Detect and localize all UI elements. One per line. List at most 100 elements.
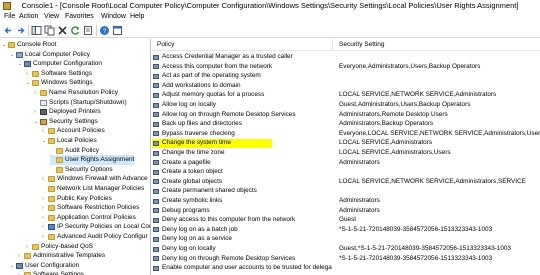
tree-item-label: Local Computer Policy: [25, 50, 91, 58]
copy-icon[interactable]: [44, 25, 55, 36]
tree-item-label: Name Resolution Policy: [49, 89, 119, 96]
policy-row[interactable]: Access this computer from the network Eve…: [152, 63, 540, 72]
policy-row[interactable]: Create a pagefile Administrators: [152, 159, 540, 168]
policy-row[interactable]: Create global objects LOCAL SERVICE,NETWO…: [152, 178, 540, 187]
tree-item-label: Computer Configuration: [33, 60, 103, 68]
policy-row[interactable]: Bypass traverse checking Everyone,LOCAL S…: [152, 130, 540, 139]
tree-item[interactable]: › Application Control Policies: [42, 213, 136, 223]
policy-row[interactable]: Change the system time LOCAL SERVICE,Admi…: [152, 139, 540, 148]
tree-item[interactable]: ⌄ Local Computer Policy: [10, 50, 90, 60]
list-header: Policy Security Setting: [152, 39, 540, 51]
computer-icon: [16, 262, 23, 269]
menu-view[interactable]: View: [44, 13, 59, 20]
tree-item[interactable]: Security Options: [50, 165, 113, 175]
tree-item[interactable]: › Policy-based QoS: [26, 242, 93, 252]
policy-row[interactable]: Deny log on through Remote Desktop Servi…: [152, 255, 540, 264]
policy-setting-icon: [153, 112, 159, 118]
menu-help[interactable]: Help: [130, 13, 144, 20]
tree-item[interactable]: › Software Restriction Policies: [42, 203, 139, 213]
tree-item[interactable]: › Account Policies: [42, 126, 105, 136]
menu-file[interactable]: File: [4, 13, 15, 20]
tree-item[interactable]: ⌄ Security Settings: [34, 117, 98, 127]
policy-icon: [16, 51, 23, 58]
policy-row[interactable]: Change the time zone LOCAL SERVICE,Admini…: [152, 149, 540, 158]
tree-item-label: Software Settings: [33, 271, 84, 275]
window-title: Console1 - [Console Root\Local Computer …: [21, 1, 519, 10]
tree-item-label: Network List Manager Policies: [57, 185, 145, 192]
tree-item[interactable]: › Public Key Policies: [42, 194, 112, 204]
policy-setting-icon: [153, 188, 159, 194]
policy-setting-icon: [153, 150, 159, 156]
forward-icon[interactable]: [15, 25, 26, 36]
tree-item[interactable]: ⌄ Windows Settings: [26, 78, 93, 88]
policy-name: Deny log on locally: [162, 245, 216, 252]
folder-icon: [48, 186, 55, 192]
policy-setting-icon: [153, 140, 159, 146]
tree-item[interactable]: ›Software Settings: [18, 270, 84, 275]
policy-row[interactable]: Deny log on as a batch job *S-1-5-21-7201…: [152, 226, 540, 235]
delete-icon[interactable]: [57, 25, 68, 36]
folder-icon: [48, 234, 55, 240]
policy-name: Deny log on through Remote Desktop Servi…: [162, 254, 296, 262]
folder-icon: [24, 253, 31, 260]
ipsec-icon: [48, 224, 55, 231]
policy-row[interactable]: Deny log on as a service: [152, 235, 540, 244]
tree-item[interactable]: ›Software Settings: [26, 69, 92, 79]
policy-row[interactable]: Allow log on locally Guest,Administrators…: [152, 101, 540, 110]
tree-item[interactable]: › Name Resolution Policy: [34, 88, 118, 98]
policy-row[interactable]: Deny access to this computer from the ne…: [152, 216, 540, 225]
policy-name: Change the system time: [162, 139, 231, 147]
menu-action[interactable]: Action: [19, 13, 38, 20]
refresh-icon[interactable]: [70, 25, 81, 36]
policy-row[interactable]: Add workstations to domain: [152, 82, 540, 91]
tree-item[interactable]: ⌄ Console Root: [2, 40, 56, 50]
menu-favorites[interactable]: Favorites: [65, 13, 94, 20]
policy-row[interactable]: Create symbolic links Administrators: [152, 197, 540, 206]
policy-row[interactable]: Act as part of the operating system: [152, 72, 540, 81]
export-icon[interactable]: [83, 25, 94, 36]
folder-icon: [48, 205, 55, 212]
tree-item[interactable]: › Administrative Templates: [18, 251, 105, 261]
policy-name: Act as part of the operating system: [162, 72, 261, 80]
help-icon[interactable]: ?: [99, 25, 110, 36]
back-icon[interactable]: [3, 25, 14, 36]
tree-item[interactable]: ⌄ User Configuration: [10, 261, 79, 271]
policy-row[interactable]: Allow log on through Remote Desktop Serv…: [152, 111, 540, 120]
column-divider[interactable]: [332, 39, 333, 51]
toolbar-separator: [96, 25, 97, 36]
policy-row[interactable]: Create permanent shared objects: [152, 187, 540, 196]
tree-item[interactable]: › Deployed Printers: [34, 107, 101, 117]
policy-row[interactable]: Adjust memory quotas for a process LOCAL …: [152, 91, 540, 100]
tree-item[interactable]: ⌄ Local Policies: [42, 136, 97, 146]
policy-row[interactable]: Enable computer and user accounts to be …: [152, 264, 540, 273]
security-setting-value: *S-1-5-21-720148039-3584572056-151332334…: [339, 225, 493, 233]
column-header-security-setting[interactable]: Security Setting: [339, 41, 385, 48]
tree-item-label: Application Control Policies: [57, 213, 136, 221]
policy-row[interactable]: Access Credential Manager as a trusted c…: [152, 53, 540, 62]
security-setting-value: LOCAL SERVICE,Administrators: [339, 139, 433, 147]
policy-name: Create a token object: [162, 168, 223, 176]
properties-icon[interactable]: [112, 25, 123, 36]
column-header-policy[interactable]: Policy: [157, 41, 174, 48]
tree-item[interactable]: ⌄ Computer Configuration: [18, 59, 102, 69]
security-setting-value: Everyone,LOCAL SERVICE,NETWORK SERVICE,A…: [339, 129, 540, 137]
tree-item-label: Security Options: [65, 165, 113, 173]
tree-item[interactable]: Audit Policy: [50, 146, 99, 156]
script-icon: [40, 99, 47, 106]
tree-item[interactable]: › Advanced Audit Policy Configur: [42, 232, 148, 242]
tree-item[interactable]: User Rights Assignment: [50, 155, 135, 166]
policy-row[interactable]: Back up files and directories Administrat…: [152, 120, 540, 129]
tree-item-label: Administrative Templates: [33, 252, 106, 260]
policy-setting-icon: [153, 227, 159, 233]
tree-item[interactable]: › Windows Firewall with Advance: [42, 174, 148, 184]
show-hide-tree-icon[interactable]: [31, 25, 42, 36]
tree-item-label: Windows Settings: [41, 79, 93, 87]
policy-row[interactable]: Deny log on locally Guest,*S-1-5-21-72014…: [152, 245, 540, 254]
tree-item[interactable]: Network List Manager Policies: [42, 184, 144, 194]
policy-row[interactable]: Create a token object: [152, 168, 540, 177]
tree-item[interactable]: Scripts (Startup/Shutdown): [34, 98, 127, 108]
security-setting-value: Administrators,Backup Operators: [339, 120, 434, 128]
policy-row[interactable]: Debug programs Administrators: [152, 207, 540, 216]
menu-window[interactable]: Window: [101, 13, 126, 20]
tree-item[interactable]: › IP Security Policies on Local Cor: [42, 222, 150, 232]
